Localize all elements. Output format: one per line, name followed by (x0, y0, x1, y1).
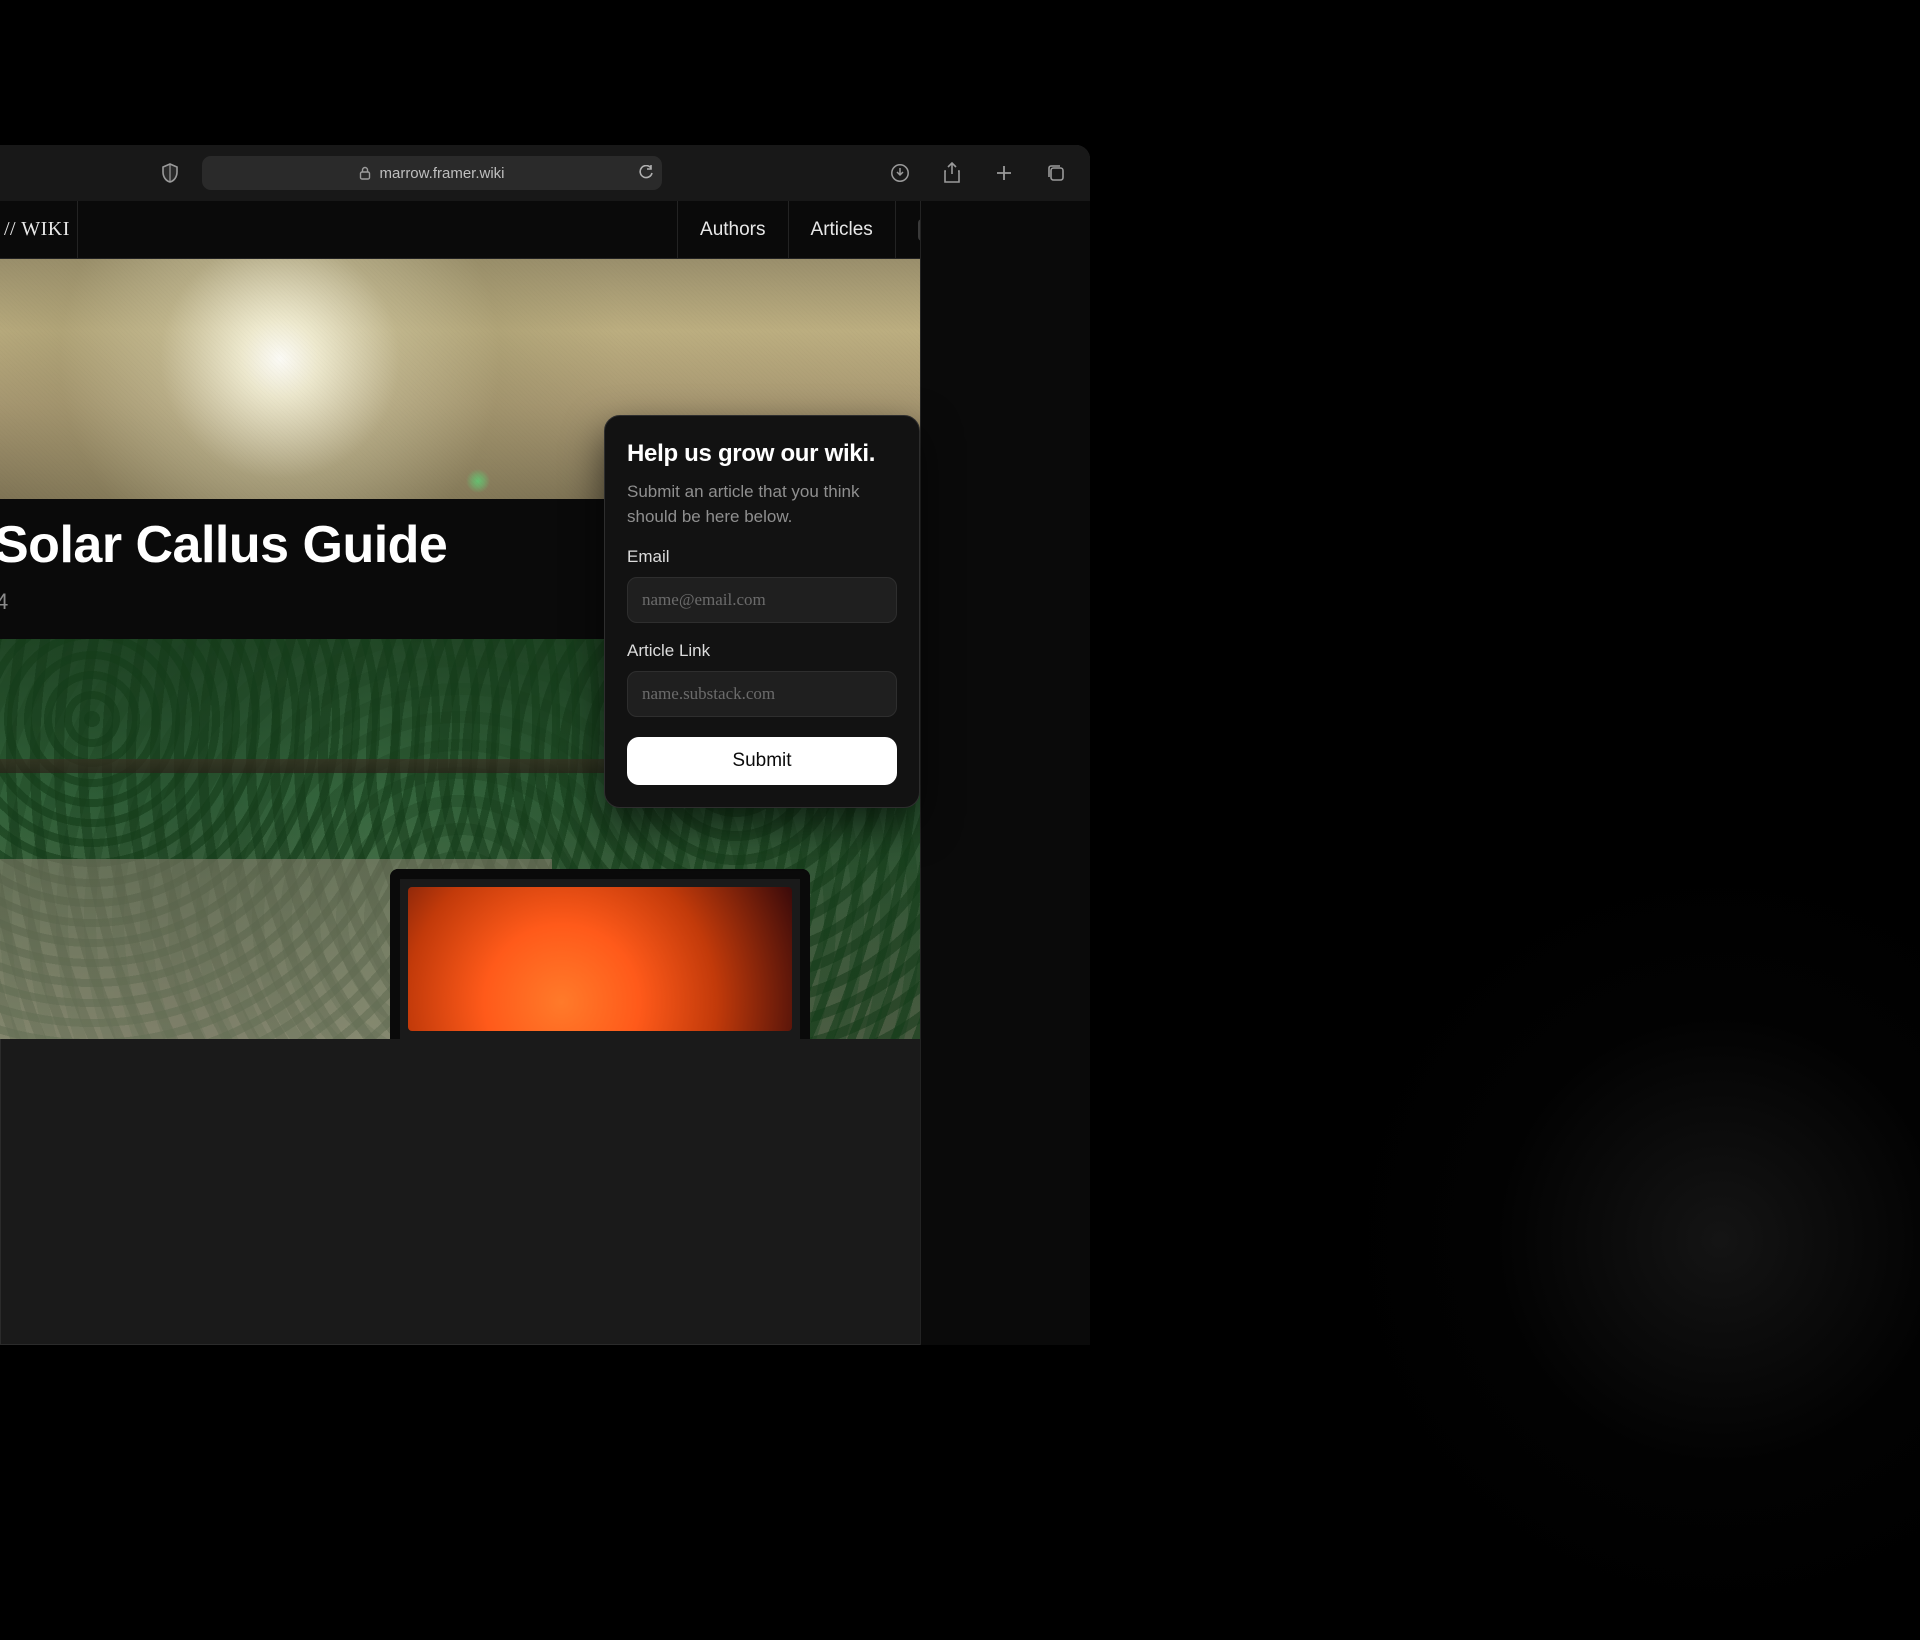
browser-toolbar: marrow.framer.wiki (0, 145, 1090, 201)
popover-subheading: Submit an article that you think should … (627, 480, 897, 529)
popover-heading: Help us grow our wiki. (627, 440, 897, 468)
article-year: 4 (0, 589, 8, 615)
right-empty-column (920, 201, 1090, 1345)
nav-articles[interactable]: Articles (788, 201, 895, 258)
ambient-glow (1320, 840, 1920, 1640)
download-icon (890, 163, 910, 183)
browser-window: marrow.framer.wiki (0, 145, 1090, 1345)
tabs-icon (1046, 163, 1066, 183)
logo-text: // WIKI (4, 218, 70, 241)
reload-icon (638, 165, 654, 181)
toolbar-right-group (884, 157, 1072, 189)
add-article-popover: Help us grow our wiki. Submit an article… (604, 415, 920, 808)
tab-overview-button[interactable] (1040, 157, 1072, 189)
url-text: marrow.framer.wiki (379, 165, 504, 182)
url-content: marrow.framer.wiki (214, 165, 650, 182)
new-tab-button[interactable] (988, 157, 1020, 189)
share-button[interactable] (936, 157, 968, 189)
submit-button[interactable]: Submit (627, 737, 897, 785)
shield-icon (161, 163, 179, 183)
nav-authors-label: Authors (700, 219, 765, 241)
lock-icon (359, 166, 371, 180)
downloads-button[interactable] (884, 157, 916, 189)
article-link-input[interactable] (627, 671, 897, 717)
email-label: Email (627, 547, 897, 567)
url-bar[interactable]: marrow.framer.wiki (202, 156, 662, 190)
monitor-shape (390, 869, 810, 1039)
share-icon (943, 162, 961, 184)
nav-authors[interactable]: Authors (677, 201, 787, 258)
nav-articles-label: Articles (811, 219, 873, 241)
reload-button[interactable] (638, 165, 654, 181)
site-logo[interactable]: // WIKI (0, 201, 78, 258)
article-link-label: Article Link (627, 641, 897, 661)
privacy-shield-button[interactable] (154, 157, 186, 189)
plus-icon (995, 164, 1013, 182)
email-input[interactable] (627, 577, 897, 623)
